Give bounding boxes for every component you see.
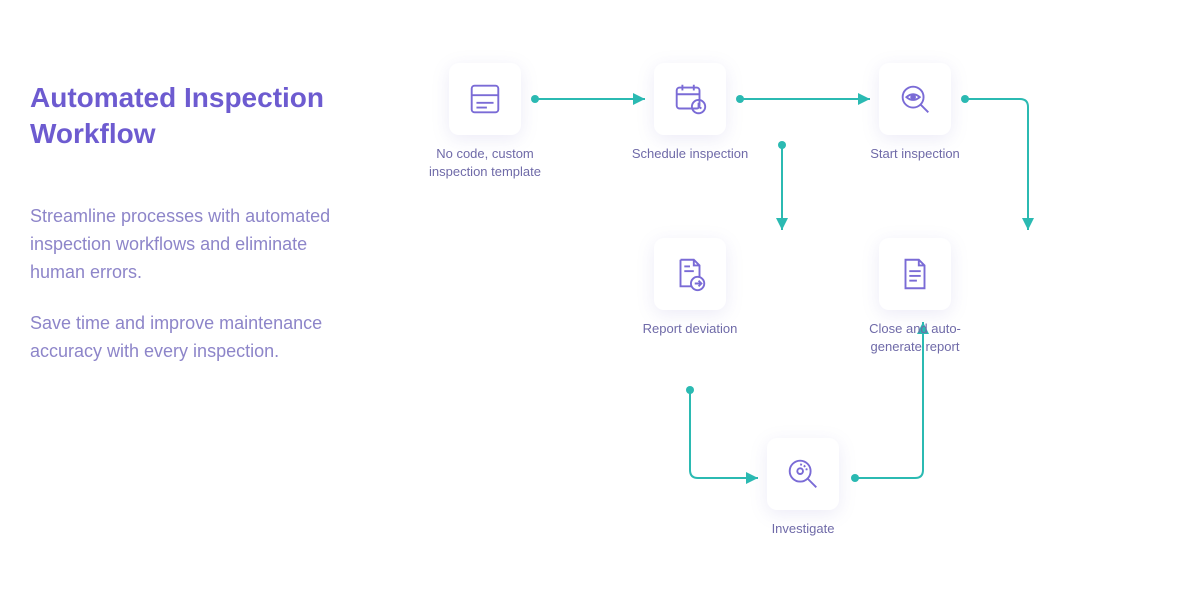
- workflow-node-label: Close and auto-generate report: [850, 320, 980, 355]
- workflow-node-label: Start inspection: [850, 145, 980, 163]
- workflow-node-start: Start inspection: [850, 63, 980, 163]
- page-title: Automated Inspection Workflow: [30, 80, 340, 153]
- workflow-diagram: No code, custom inspection template Sche…: [360, 0, 1200, 600]
- workflow-node-investigate: Investigate: [738, 438, 868, 538]
- document-lines-icon: [879, 238, 951, 310]
- description-paragraph: Streamline processes with automated insp…: [30, 203, 340, 287]
- template-icon: [449, 63, 521, 135]
- description: Streamline processes with automated insp…: [30, 203, 340, 366]
- workflow-node-label: Schedule inspection: [625, 145, 755, 163]
- workflow-node-label: Report deviation: [625, 320, 755, 338]
- workflow-node-template: No code, custom inspection template: [420, 63, 550, 180]
- info-panel: Automated Inspection Workflow Streamline…: [0, 0, 360, 600]
- workflow-node-close-report: Close and auto-generate report: [850, 238, 980, 355]
- workflow-node-report-deviation: Report deviation: [625, 238, 755, 338]
- calendar-clock-icon: [654, 63, 726, 135]
- workflow-node-label: Investigate: [738, 520, 868, 538]
- workflow-node-schedule: Schedule inspection: [625, 63, 755, 163]
- investigate-magnifier-icon: [767, 438, 839, 510]
- description-paragraph: Save time and improve maintenance accura…: [30, 310, 340, 366]
- document-arrow-icon: [654, 238, 726, 310]
- workflow-node-label: No code, custom inspection template: [420, 145, 550, 180]
- eye-magnifier-icon: [879, 63, 951, 135]
